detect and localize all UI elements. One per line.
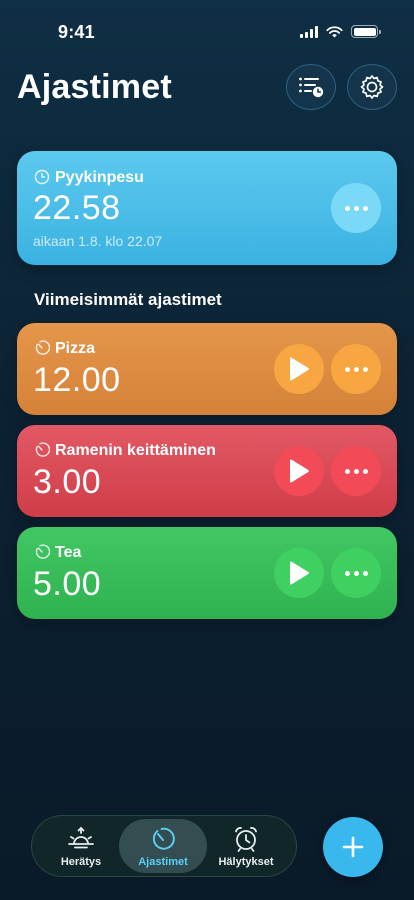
add-timer-button[interactable] [323,817,383,877]
tab-label: Hälytykset [218,856,274,868]
timer-restart-icon [35,544,50,559]
cellular-signal-icon [300,25,318,38]
plus-icon [342,836,364,858]
timer-restart-icon [35,442,50,457]
timer-more-button[interactable] [331,548,381,598]
status-time: 9:41 [58,22,95,42]
tab-label: Ajastimet [138,856,188,868]
tab-label: Herätys [60,856,102,868]
timer-name: Pyykinpesu [55,169,144,186]
timer-end-time: aikaan 1.8. klo 22.07 [33,233,163,249]
timer-icon [152,827,175,850]
settings-icon [360,75,384,99]
active-timer-card[interactable]: Pyykinpesu 22.58 aikaan 1.8. klo 22.07 [17,151,397,265]
start-timer-button[interactable] [274,446,324,496]
tab-bar: Herätys Ajastimet Hälytykset [31,815,297,877]
recent-timer-card[interactable]: Tea 5.00 [17,527,397,619]
tab-alarms[interactable]: Hälytykset [202,819,290,873]
timer-duration: 12.00 [33,361,121,399]
settings-button[interactable] [347,64,397,110]
timer-duration: 3.00 [33,463,102,501]
timer-list-icon [299,77,324,98]
battery-icon [351,25,381,38]
timer-more-button[interactable] [331,344,381,394]
alarm-clock-icon [235,827,257,852]
timer-restart-icon [35,340,50,355]
timer-duration: 5.00 [33,565,102,603]
tab-wake-up[interactable]: Herätys [37,819,125,873]
start-timer-button[interactable] [274,548,324,598]
timer-name: Ramenin keittäminen [55,442,216,459]
timer-more-button[interactable] [331,446,381,496]
play-icon [290,459,309,483]
section-title: Viimeisimmät ajastimet [34,290,222,309]
timer-icon [34,169,50,185]
wifi-icon [326,25,343,37]
status-icons [300,25,381,38]
status-bar: 9:41 [0,0,414,64]
timer-list-button[interactable] [286,64,336,110]
more-icon [344,205,368,211]
recent-timer-card[interactable]: Ramenin keittäminen 3.00 [17,425,397,517]
start-timer-button[interactable] [274,344,324,394]
more-icon [344,366,368,372]
tab-timers[interactable]: Ajastimet [119,819,207,873]
timer-more-button[interactable] [331,183,381,233]
timer-name: Tea [55,544,82,561]
page-title: Ajastimet [17,68,172,106]
play-icon [290,561,309,585]
timer-remaining: 22.58 [33,189,121,227]
more-icon [344,468,368,474]
more-icon [344,570,368,576]
play-icon [290,357,309,381]
sunrise-icon [68,826,94,849]
recent-timer-card[interactable]: Pizza 12.00 [17,323,397,415]
timer-name: Pizza [55,340,96,357]
